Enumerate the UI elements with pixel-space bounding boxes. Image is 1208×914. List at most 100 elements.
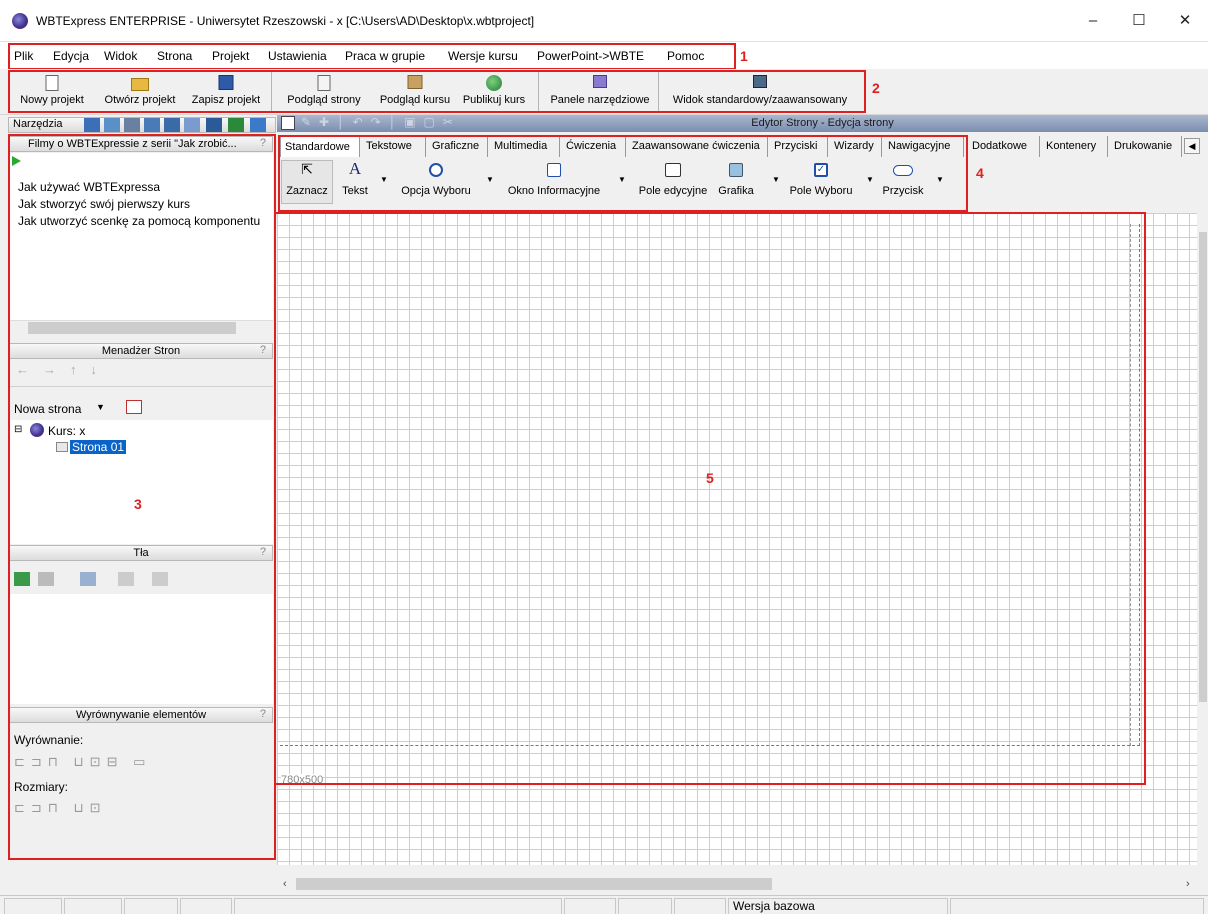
preview-background-icon[interactable] xyxy=(80,572,96,586)
films-scroll-thumb[interactable] xyxy=(28,322,236,334)
tab-standardowe[interactable]: Standardowe xyxy=(280,136,360,157)
canvas-hscroll-thumb[interactable] xyxy=(296,878,772,890)
minimize-button[interactable]: – xyxy=(1070,0,1116,42)
copy-background-icon[interactable] xyxy=(152,572,168,586)
tab-przyciski[interactable]: Przyciski xyxy=(770,136,828,157)
chevron-down-icon[interactable]: ▼ xyxy=(486,175,494,184)
chevron-down-icon[interactable]: ▼ xyxy=(936,175,944,184)
play-icon[interactable] xyxy=(12,156,21,166)
menu-strona[interactable]: Strona xyxy=(157,49,192,63)
component-okno-informacyjne[interactable]: Okno Informacyjne xyxy=(500,161,608,201)
status-cell xyxy=(618,898,672,914)
help-icon[interactable]: ? xyxy=(260,344,266,356)
film-item[interactable]: Jak używać WBTExpressa xyxy=(18,180,160,194)
chevron-down-icon[interactable]: ▼ xyxy=(96,402,105,412)
menu-powerpoint[interactable]: PowerPoint->WBTE xyxy=(537,49,644,63)
menu-plik[interactable]: Plik xyxy=(14,49,33,63)
menu-widok[interactable]: Widok xyxy=(104,49,137,63)
component-pole-edycyjne[interactable]: Pole edycyjne xyxy=(632,161,714,201)
info-window-icon xyxy=(547,163,561,177)
component-zaznacz[interactable]: ⇱ Zaznacz xyxy=(282,161,332,201)
settings-background-icon[interactable] xyxy=(118,572,134,586)
menu-wersje-kursu[interactable]: Wersje kursu xyxy=(448,49,518,63)
page-preview-icon xyxy=(317,75,331,91)
tool-panels-button[interactable]: Panele narzędziowe xyxy=(546,69,654,115)
menu-praca-w-grupie[interactable]: Praca w grupie xyxy=(345,49,425,63)
tool-panel-icon[interactable] xyxy=(124,118,140,132)
component-opcja-wyboru[interactable]: Opcja Wyboru xyxy=(396,161,476,201)
film-item[interactable]: Jak utworzyć scenkę za pomocą komponentu xyxy=(18,214,260,228)
new-project-button[interactable]: Nowy projekt xyxy=(10,69,94,115)
scroll-left-icon[interactable]: ‹ xyxy=(283,878,287,890)
tab-dodatkowe[interactable]: Dodatkowe xyxy=(968,136,1040,157)
film-item[interactable]: Jak stworzyć swój pierwszy kurs xyxy=(18,197,190,211)
component-label: Pole edycyjne xyxy=(638,185,708,197)
align-buttons-icon[interactable]: ⊏⊐⊓ ⊔⊡⊟ ▭ xyxy=(14,754,151,770)
component-label: Opcja Wyboru xyxy=(401,185,471,197)
size-buttons-icon[interactable]: ⊏⊐⊓ ⊔⊡ xyxy=(14,800,107,816)
component-label: Przycisk xyxy=(882,185,924,197)
tab-kontenery[interactable]: Kontenery xyxy=(1042,136,1108,157)
tab-cwiczenia[interactable]: Ćwiczenia xyxy=(562,136,626,157)
publish-course-button[interactable]: Publikuj kurs xyxy=(458,69,530,115)
folder-open-icon xyxy=(131,78,149,91)
course-preview-label: Podgląd kursu xyxy=(379,94,451,106)
page-preview-button[interactable]: Podgląd strony xyxy=(280,69,368,115)
annotation-number-2: 2 xyxy=(872,80,880,96)
tool-panel-icon[interactable] xyxy=(164,118,180,132)
tool-panel-icon[interactable] xyxy=(104,118,120,132)
tool-panel-icon[interactable] xyxy=(144,118,160,132)
tool-panel-icon[interactable] xyxy=(228,118,244,132)
chevron-down-icon[interactable]: ▼ xyxy=(866,175,874,184)
tree-collapse-icon[interactable]: ⊟ xyxy=(14,424,22,435)
maximize-button[interactable]: ☐ xyxy=(1116,0,1162,42)
chevron-down-icon[interactable]: ▼ xyxy=(380,175,388,184)
help-icon[interactable]: ? xyxy=(260,708,266,720)
tab-scroll-left-icon[interactable]: ◀ xyxy=(1184,138,1200,154)
menu-ustawienia[interactable]: Ustawienia xyxy=(268,49,327,63)
view-mode-label: Widok standardowy/zaawansowany xyxy=(672,94,848,106)
tool-panel-icon[interactable] xyxy=(206,118,222,132)
menu-pomoc[interactable]: Pomoc xyxy=(667,49,704,63)
publish-course-label: Publikuj kurs xyxy=(462,94,526,106)
tab-drukowanie[interactable]: Drukowanie xyxy=(1110,136,1182,157)
menu-edycja[interactable]: Edycja xyxy=(53,49,89,63)
menu-projekt[interactable]: Projekt xyxy=(212,49,249,63)
new-page-dropdown[interactable]: Nowa strona xyxy=(14,402,81,416)
chevron-down-icon[interactable]: ▼ xyxy=(772,175,780,184)
component-pole-wyboru[interactable]: ✓ Pole Wyboru xyxy=(786,161,856,201)
tree-course[interactable]: Kurs: x xyxy=(48,424,85,438)
remove-background-icon[interactable] xyxy=(38,572,54,586)
course-preview-button[interactable]: Podgląd kursu xyxy=(372,69,458,115)
component-tekst[interactable]: A Tekst xyxy=(338,159,372,201)
help-icon[interactable]: ? xyxy=(260,546,266,558)
component-grafika[interactable]: Grafika xyxy=(716,161,756,201)
scroll-right-icon[interactable]: › xyxy=(1186,878,1190,890)
films-list xyxy=(9,153,273,321)
add-page-icon[interactable] xyxy=(126,400,142,414)
tool-panel-icon[interactable] xyxy=(84,118,100,132)
tab-nawigacyjne[interactable]: Nawigacyjne xyxy=(884,136,964,157)
add-background-icon[interactable] xyxy=(14,572,30,586)
films-panel-header: Filmy o WBTExpressie z serii "Jak zrobić… xyxy=(9,136,273,152)
tree-page-selected[interactable]: Strona 01 xyxy=(70,440,127,454)
save-project-button[interactable]: Zapisz projekt xyxy=(186,69,266,115)
tab-graficzne[interactable]: Graficzne xyxy=(428,136,488,157)
tool-panel-icon[interactable] xyxy=(184,118,200,132)
editor-title: Edytor Strony - Edycja strony xyxy=(751,117,894,129)
tab-wizardy[interactable]: Wizardy xyxy=(830,136,882,157)
divider xyxy=(9,386,273,387)
chevron-down-icon[interactable]: ▼ xyxy=(618,175,626,184)
tool-panel-icon[interactable] xyxy=(250,118,266,132)
close-button[interactable]: ✕ xyxy=(1162,0,1208,42)
component-przycisk[interactable]: Przycisk xyxy=(878,161,928,201)
tab-tekstowe[interactable]: Tekstowe xyxy=(362,136,426,157)
tab-zaawansowane-cwiczenia[interactable]: Zaawansowane ćwiczenia xyxy=(628,136,768,157)
view-mode-button[interactable]: Widok standardowy/zaawansowany xyxy=(662,69,858,115)
open-project-button[interactable]: Otwórz projekt xyxy=(96,69,184,115)
tab-multimedia[interactable]: Multimedia xyxy=(490,136,560,157)
help-icon[interactable]: ? xyxy=(260,137,266,149)
page-move-arrows-icon[interactable]: ←→↑↓ xyxy=(16,362,111,377)
canvas-vscroll-thumb[interactable] xyxy=(1199,232,1207,702)
radio-icon xyxy=(429,163,443,177)
